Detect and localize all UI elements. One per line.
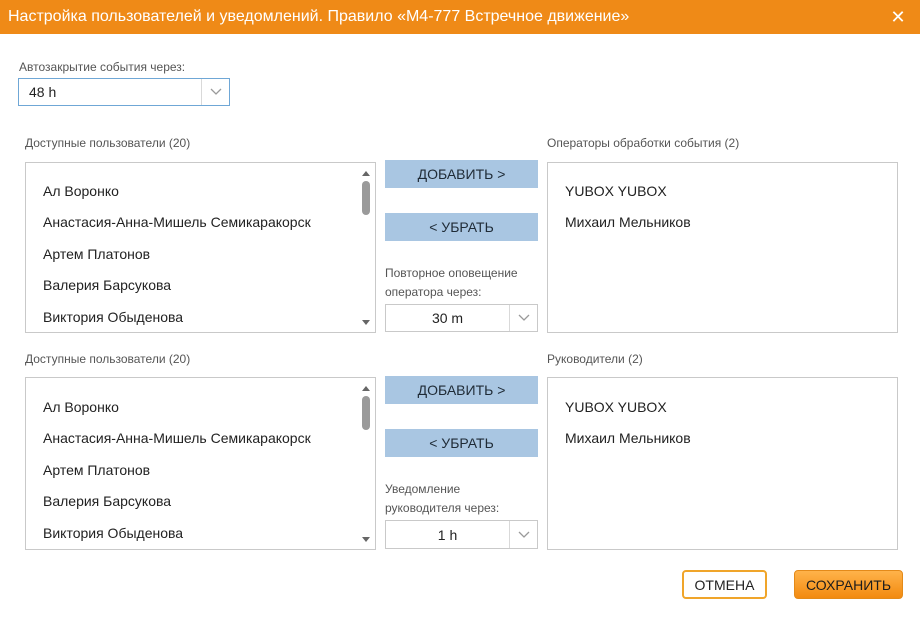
- chevron-down-icon: [201, 79, 229, 105]
- list-item[interactable]: Валерия Барсукова: [43, 277, 171, 293]
- managers-label: Руководители (2): [547, 352, 643, 366]
- list-item[interactable]: Ал Воронко: [43, 399, 119, 415]
- operators-label: Операторы обработки события (2): [547, 136, 740, 150]
- manager-notification-label-1: Уведомление: [385, 482, 461, 496]
- dialog-titlebar: Настройка пользователей и уведомлений. П…: [0, 0, 920, 34]
- repeat-notification-label-1: Повторное оповещение: [385, 266, 518, 280]
- close-icon[interactable]: ✕: [888, 7, 908, 27]
- available-users-list-2[interactable]: Ал Воронко Анастасия-Анна-Мишель Семикар…: [25, 377, 376, 550]
- list-item[interactable]: Анастасия-Анна-Мишель Семикаракорск: [43, 430, 311, 446]
- list-item[interactable]: Михаил Мельников: [565, 214, 691, 230]
- scroll-down-arrow-icon[interactable]: [361, 318, 371, 326]
- scroll-up-arrow-icon[interactable]: [361, 384, 371, 392]
- add-operator-button[interactable]: ДОБАВИТЬ >: [385, 160, 538, 188]
- scrollbar[interactable]: [361, 169, 371, 326]
- autoclose-select[interactable]: 48 h: [18, 78, 230, 106]
- dialog-title: Настройка пользователей и уведомлений. П…: [8, 8, 630, 25]
- manager-notification-select[interactable]: 1 h: [385, 520, 538, 549]
- scrollbar-thumb[interactable]: [362, 396, 370, 430]
- list-item[interactable]: Ал Воронко: [43, 183, 119, 199]
- scrollbar-thumb[interactable]: [362, 181, 370, 215]
- list-item[interactable]: Артем Платонов: [43, 246, 150, 262]
- operators-list[interactable]: YUBOX YUBOX Михаил Мельников: [547, 162, 898, 333]
- manager-notification-value: 1 h: [437, 526, 458, 543]
- add-manager-button[interactable]: ДОБАВИТЬ >: [385, 376, 538, 404]
- autoclose-value: 48 h: [29, 84, 57, 100]
- remove-operator-button[interactable]: < УБРАТЬ: [385, 213, 538, 241]
- list-item[interactable]: Виктория Обыденова: [43, 309, 183, 325]
- available-users-label-1: Доступные пользователи (20): [25, 136, 191, 150]
- repeat-notification-select[interactable]: 30 m: [385, 304, 538, 332]
- remove-manager-button[interactable]: < УБРАТЬ: [385, 429, 538, 457]
- list-item[interactable]: Анастасия-Анна-Мишель Семикаракорск: [43, 214, 311, 230]
- list-item[interactable]: Виктория Обыденова: [43, 525, 183, 541]
- scroll-down-arrow-icon[interactable]: [361, 535, 371, 543]
- available-users-list-1[interactable]: Ал Воронко Анастасия-Анна-Мишель Семикар…: [25, 162, 376, 333]
- list-item[interactable]: YUBOX YUBOX: [565, 399, 667, 415]
- available-users-label-2: Доступные пользователи (20): [25, 352, 191, 366]
- repeat-notification-label-2: оператора через:: [385, 285, 482, 299]
- chevron-down-icon: [509, 305, 537, 331]
- list-item[interactable]: Михаил Мельников: [565, 430, 691, 446]
- list-item[interactable]: Валерия Барсукова: [43, 493, 171, 509]
- scroll-up-arrow-icon[interactable]: [361, 169, 371, 177]
- list-item[interactable]: YUBOX YUBOX: [565, 183, 667, 199]
- manager-notification-label-2: руководителя через:: [385, 501, 500, 515]
- chevron-down-icon: [509, 521, 537, 548]
- autoclose-label: Автозакрытие события через:: [19, 60, 186, 74]
- repeat-notification-value: 30 m: [431, 310, 464, 326]
- cancel-button[interactable]: ОТМЕНА: [682, 570, 767, 599]
- save-button[interactable]: СОХРАНИТЬ: [794, 570, 903, 599]
- managers-list[interactable]: YUBOX YUBOX Михаил Мельников: [547, 377, 898, 550]
- scrollbar[interactable]: [361, 384, 371, 543]
- list-item[interactable]: Артем Платонов: [43, 462, 150, 478]
